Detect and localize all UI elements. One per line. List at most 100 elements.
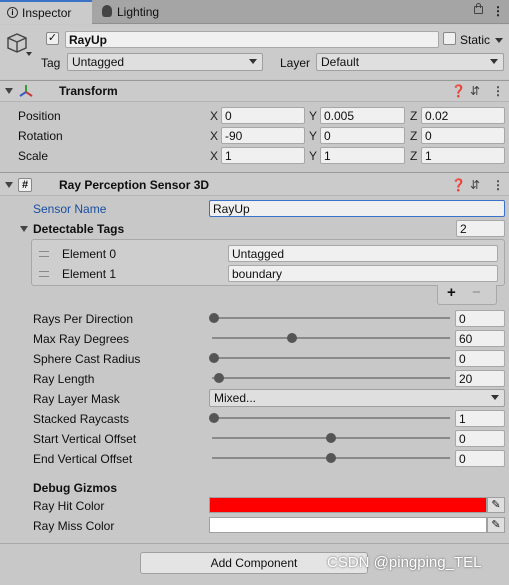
object-header: ✓ RayUp Static Tag Untagged Layer Defaul… xyxy=(0,25,509,79)
preset-sliders-icon[interactable]: ⇵ xyxy=(470,84,480,98)
remove-element-button[interactable]: − xyxy=(472,285,481,300)
scale-y-field[interactable]: 1 xyxy=(320,147,405,164)
axis-z-label[interactable]: Z xyxy=(410,149,417,163)
rays-per-direction-field[interactable]: 0 xyxy=(455,310,505,327)
lightbulb-icon xyxy=(102,5,112,17)
static-dropdown-arrow[interactable] xyxy=(495,38,503,43)
kebab-menu-icon[interactable]: ⋮ xyxy=(492,4,504,18)
start-vertical-offset-label: Start Vertical Offset xyxy=(33,432,137,446)
object-icon-dropdown-arrow[interactable] xyxy=(26,52,32,56)
chevron-down-icon xyxy=(249,59,257,64)
transform-foldout-arrow[interactable] xyxy=(5,88,13,94)
sphere-cast-radius-field[interactable]: 0 xyxy=(455,350,505,367)
eyedropper-icon[interactable]: ✎ xyxy=(487,517,505,533)
rotation-z-field[interactable]: 0 xyxy=(421,127,505,144)
axis-y-label[interactable]: Y xyxy=(309,149,317,163)
sensor-name-label: Sensor Name xyxy=(33,202,107,216)
debug-gizmos-heading: Debug Gizmos xyxy=(33,481,118,495)
drag-handle-icon[interactable] xyxy=(39,271,49,277)
stacked-raycasts-label: Stacked Raycasts xyxy=(33,412,130,426)
element-1-field[interactable]: boundary xyxy=(228,265,498,282)
stacked-raycasts-track[interactable] xyxy=(212,417,450,419)
script-hash-icon: # xyxy=(22,179,29,191)
stacked-raycasts-field[interactable]: 1 xyxy=(455,410,505,427)
help-icon[interactable]: ❓ xyxy=(451,84,466,98)
layer-dropdown-value: Default xyxy=(321,55,360,69)
detectable-tags-foldout-arrow[interactable] xyxy=(20,226,28,232)
lock-shackle-icon xyxy=(476,3,481,8)
object-name-field[interactable]: RayUp xyxy=(65,31,439,48)
info-icon: i xyxy=(7,7,18,18)
rotation-x-field[interactable]: -90 xyxy=(221,127,305,144)
rays-per-direction-label: Rays Per Direction xyxy=(33,312,134,326)
sphere-cast-radius-track[interactable] xyxy=(212,357,450,359)
ray-length-knob[interactable] xyxy=(213,373,224,383)
add-component-label: Add Component xyxy=(210,556,298,570)
start-vertical-offset-field[interactable]: 0 xyxy=(455,430,505,447)
ray-length-track[interactable] xyxy=(212,377,450,379)
scale-x-field[interactable]: 1 xyxy=(221,147,305,164)
axis-x-label[interactable]: X xyxy=(210,109,218,123)
axis-z-label[interactable]: Z xyxy=(410,129,417,143)
static-label: Static xyxy=(460,33,491,47)
detectable-tags-count-field[interactable]: 2 xyxy=(456,220,505,237)
axis-x-label[interactable]: X xyxy=(210,149,218,163)
end-vertical-offset-knob[interactable] xyxy=(326,453,336,463)
axis-y-label[interactable]: Y xyxy=(309,129,317,143)
position-y-field[interactable]: 0.005 xyxy=(320,107,405,124)
transform-header[interactable]: Transform ❓ ⇵ ⋮ xyxy=(0,80,509,102)
tab-inspector[interactable]: i Inspector xyxy=(0,0,92,24)
rotation-y-field[interactable]: 0 xyxy=(320,127,405,144)
sphere-cast-radius-knob[interactable] xyxy=(209,353,219,363)
max-ray-degrees-knob[interactable] xyxy=(286,333,297,343)
max-ray-degrees-field[interactable]: 60 xyxy=(455,330,505,347)
ray-layer-mask-value: Mixed... xyxy=(214,391,257,405)
list-footer xyxy=(437,285,497,305)
max-ray-degrees-track[interactable] xyxy=(212,337,450,339)
element-0-field[interactable]: Untagged xyxy=(228,245,498,262)
add-element-button[interactable]: + xyxy=(447,285,456,300)
ray-length-field[interactable]: 20 xyxy=(455,370,505,387)
position-x-field[interactable]: 0 xyxy=(221,107,305,124)
ray-layer-mask-dropdown[interactable]: Mixed... xyxy=(209,389,505,407)
scale-z-field[interactable]: 1 xyxy=(421,147,505,164)
ray-miss-color-swatch[interactable] xyxy=(209,517,487,533)
stacked-raycasts-knob[interactable] xyxy=(209,413,219,423)
eyedropper-icon[interactable]: ✎ xyxy=(487,497,505,513)
position-label: Position xyxy=(18,109,61,123)
component-menu-icon[interactable]: ⋮ xyxy=(492,84,504,98)
tag-dropdown-value: Untagged xyxy=(72,55,125,69)
rays-per-direction-knob[interactable] xyxy=(209,313,219,323)
chevron-down-icon xyxy=(490,59,498,64)
ray-hit-color-label: Ray Hit Color xyxy=(33,499,105,513)
ray-hit-color-swatch[interactable] xyxy=(209,497,487,513)
drag-handle-icon[interactable] xyxy=(39,251,49,257)
layer-dropdown[interactable]: Default xyxy=(316,53,504,71)
ray-length-label: Ray Length xyxy=(33,372,95,386)
ray-sensor-header[interactable]: # Ray Perception Sensor 3D ❓ ⇵ ⋮ xyxy=(0,172,509,196)
tag-dropdown[interactable]: Untagged xyxy=(67,53,263,71)
axis-z-label[interactable]: Z xyxy=(410,109,417,123)
sensor-name-field[interactable]: RayUp xyxy=(209,200,505,217)
chevron-down-icon xyxy=(491,395,499,400)
layer-label: Layer xyxy=(280,56,311,70)
tag-label: Tag xyxy=(41,56,61,70)
axis-y-label[interactable]: Y xyxy=(309,109,317,123)
end-vertical-offset-label: End Vertical Offset xyxy=(33,452,133,466)
static-checkbox[interactable] xyxy=(443,32,456,45)
active-checkbox[interactable]: ✓ xyxy=(46,32,59,45)
rays-per-direction-track[interactable] xyxy=(212,317,450,319)
end-vertical-offset-field[interactable]: 0 xyxy=(455,450,505,467)
position-z-field[interactable]: 0.02 xyxy=(421,107,505,124)
axis-x-label[interactable]: X xyxy=(210,129,218,143)
sphere-cast-radius-label: Sphere Cast Radius xyxy=(33,352,141,366)
max-ray-degrees-label: Max Ray Degrees xyxy=(33,332,130,346)
start-vertical-offset-knob[interactable] xyxy=(326,433,336,443)
scale-label: Scale xyxy=(18,149,49,163)
help-icon[interactable]: ❓ xyxy=(451,178,466,192)
component-menu-icon[interactable]: ⋮ xyxy=(492,178,504,192)
cube-icon xyxy=(7,33,27,53)
ray-sensor-foldout-arrow[interactable] xyxy=(5,182,13,188)
tab-lighting[interactable]: Lighting xyxy=(96,0,176,24)
preset-sliders-icon[interactable]: ⇵ xyxy=(470,178,480,192)
